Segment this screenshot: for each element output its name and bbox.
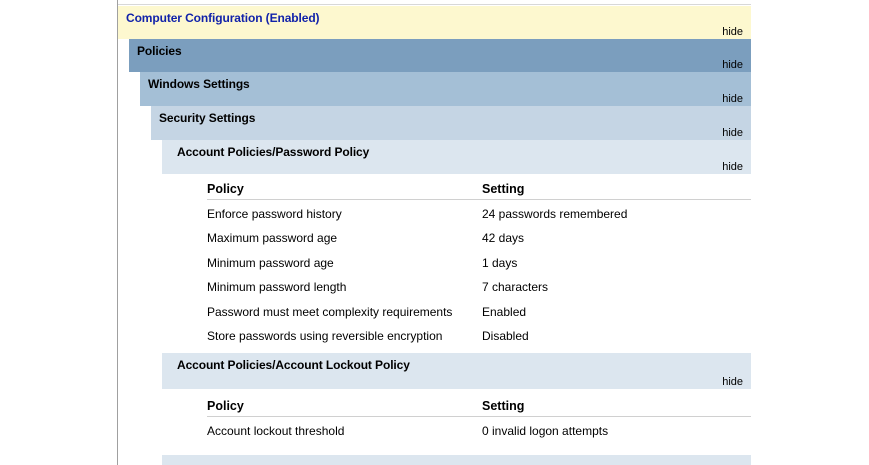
policy-name: Password must meet complexity requiremen… xyxy=(207,304,453,319)
section-title-password-policy: Account Policies/Password Policy xyxy=(177,145,370,159)
section-account-lockout-policy: Account Policies/Account Lockout Policy … xyxy=(162,353,751,389)
section-windows-settings: Windows Settings hide xyxy=(140,72,751,106)
section-title-policies: Policies xyxy=(137,44,182,58)
section-title-account-lockout-policy: Account Policies/Account Lockout Policy xyxy=(177,358,410,372)
policy-name: Account lockout threshold xyxy=(207,423,345,438)
hide-link-password-policy[interactable]: hide xyxy=(722,161,743,173)
policy-name: Store passwords using reversible encrypt… xyxy=(207,329,443,343)
policy-name: Minimum password length xyxy=(207,280,347,294)
policy-setting: 1 days xyxy=(482,255,518,270)
lockout-policy-table: Policy Setting Account lockout threshold… xyxy=(207,394,751,443)
table-header: Policy Setting xyxy=(207,394,751,419)
section-policies: Policies hide xyxy=(129,39,751,72)
hide-link-windows-settings[interactable]: hide xyxy=(722,93,743,105)
section-title-security-settings: Security Settings xyxy=(159,111,256,125)
table-row: Account lockout threshold 0 invalid logo… xyxy=(207,419,751,444)
previous-section-edge xyxy=(118,0,751,5)
section-title-windows-settings: Windows Settings xyxy=(148,77,250,91)
hide-link-security-settings[interactable]: hide xyxy=(722,127,743,139)
section-computer-configuration: Computer Configuration (Enabled) hide xyxy=(118,6,751,39)
gpo-report-frame: Computer Configuration (Enabled) hide Po… xyxy=(117,0,751,465)
policy-setting: Enabled xyxy=(482,304,527,319)
policy-setting: Disabled xyxy=(482,329,529,343)
policy-name: Enforce password history xyxy=(207,206,342,221)
header-divider xyxy=(207,415,751,417)
policy-name: Maximum password age xyxy=(207,231,338,245)
table-row: Minimum password length 7 characters xyxy=(207,275,751,300)
table-row: Password must meet complexity requiremen… xyxy=(207,300,751,325)
header-divider xyxy=(207,198,751,200)
policy-setting: 7 characters xyxy=(482,280,549,294)
policy-setting: 0 invalid logon attempts xyxy=(482,423,609,438)
policy-setting: 42 days xyxy=(482,231,525,245)
hide-link-account-lockout-policy[interactable]: hide xyxy=(722,376,743,388)
section-security-settings: Security Settings hide xyxy=(151,106,751,140)
section-password-policy: Account Policies/Password Policy hide xyxy=(162,140,751,174)
policy-name: Minimum password age xyxy=(207,255,334,270)
policy-setting: 24 passwords remembered xyxy=(482,206,628,221)
hide-link-policies[interactable]: hide xyxy=(722,59,743,71)
section-title-computer-configuration: Computer Configuration (Enabled) xyxy=(126,11,320,25)
table-row: Enforce password history 24 passwords re… xyxy=(207,202,751,227)
table-header: Policy Setting xyxy=(207,177,751,202)
password-policy-table: Policy Setting Enforce password history … xyxy=(207,177,751,349)
table-row: Store passwords using reversible encrypt… xyxy=(207,324,751,349)
table-row: Minimum password age 1 days xyxy=(207,251,751,276)
hide-link-computer-configuration[interactable]: hide xyxy=(722,26,743,38)
table-row: Maximum password age 42 days xyxy=(207,226,751,251)
next-section-edge xyxy=(162,455,751,465)
